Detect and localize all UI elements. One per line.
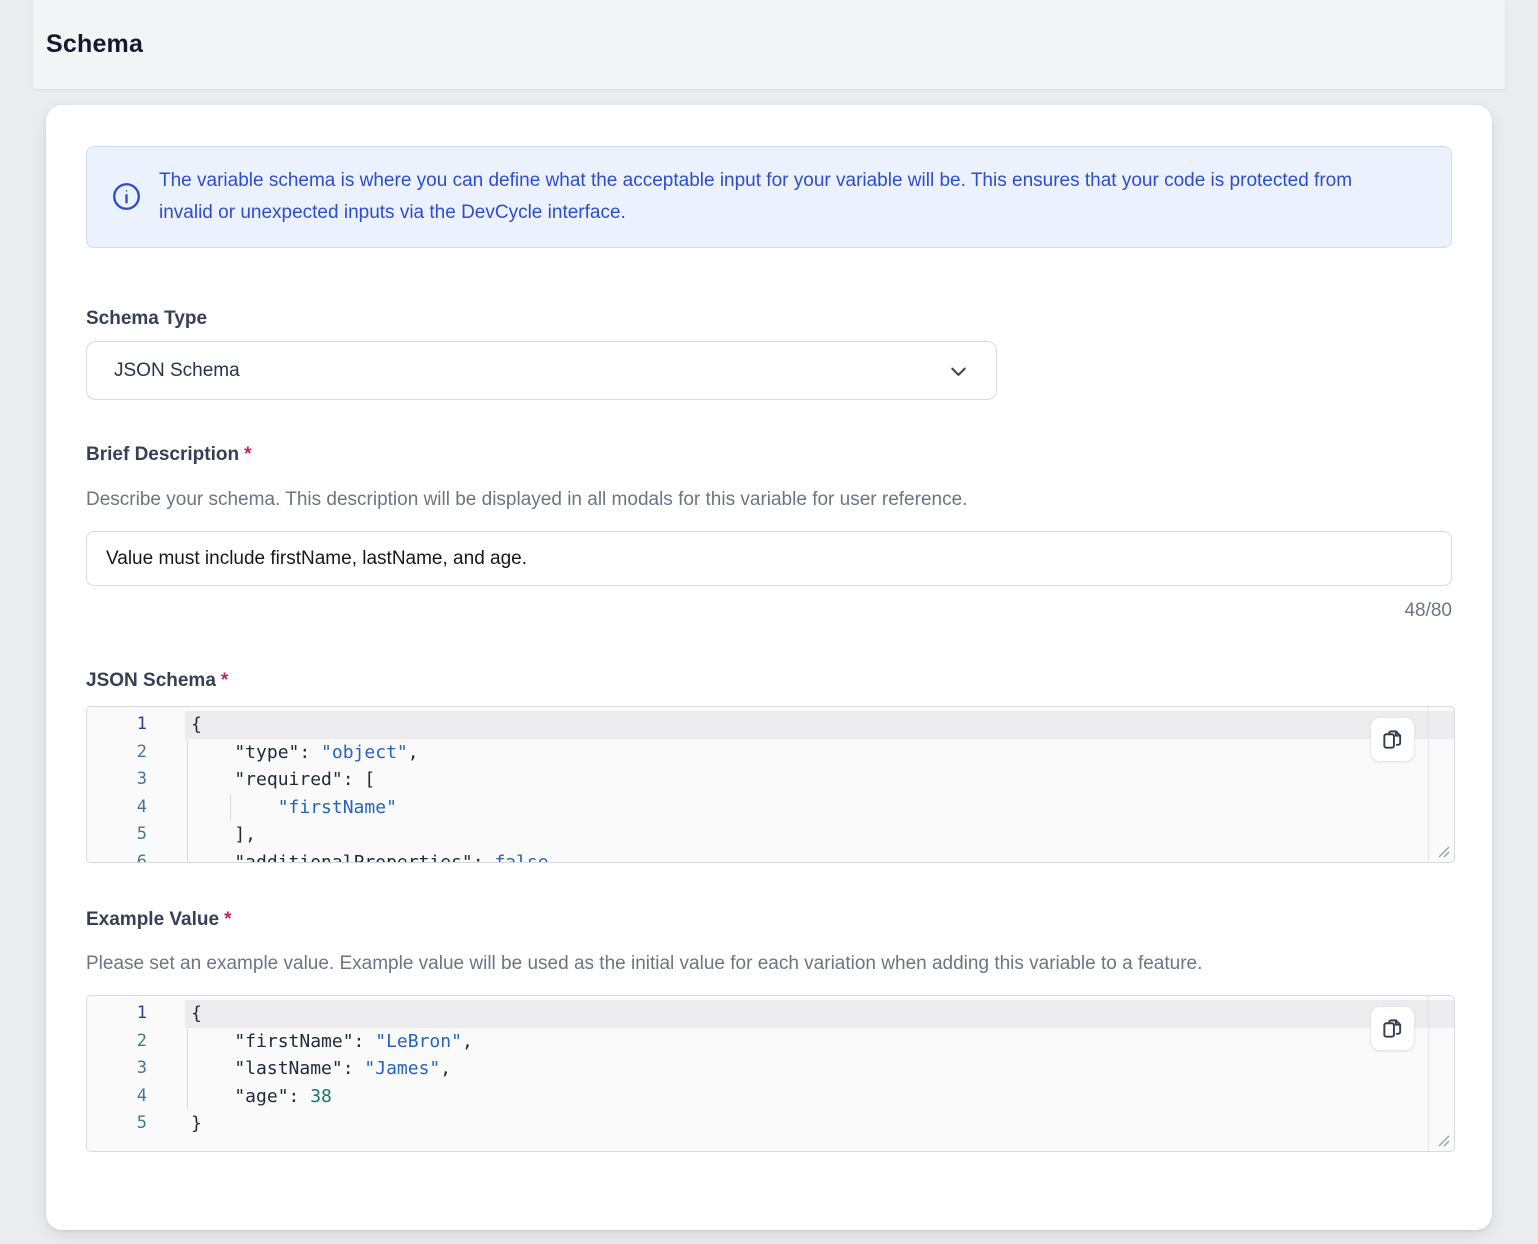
schema-type-selected-value: JSON Schema bbox=[114, 360, 240, 382]
info-icon bbox=[111, 181, 142, 212]
code-content[interactable]: { "type": "object", "required": [ "first… bbox=[185, 707, 1428, 863]
indent-guide bbox=[187, 739, 188, 863]
copy-button[interactable] bbox=[1370, 1006, 1415, 1051]
indent-guide bbox=[187, 1028, 188, 1111]
copy-button[interactable] bbox=[1370, 717, 1415, 762]
json-schema-code-editor[interactable]: 123456 { "type": "object", "required": [… bbox=[86, 706, 1455, 863]
schema-type-select[interactable]: JSON Schema bbox=[86, 341, 997, 400]
copy-icon bbox=[1381, 1017, 1404, 1040]
brief-description-label-text: Brief Description bbox=[86, 444, 239, 465]
required-asterisk: * bbox=[224, 909, 231, 930]
line-number-gutter: 12345 bbox=[87, 996, 185, 1151]
indent-guide bbox=[230, 794, 231, 822]
example-value-help-text: Please set an example value. Example val… bbox=[86, 953, 1202, 975]
page-title: Schema bbox=[46, 30, 143, 59]
example-value-label-text: Example Value bbox=[86, 909, 219, 930]
json-schema-label-text: JSON Schema bbox=[86, 670, 216, 691]
example-value-code-editor[interactable]: 12345 { "firstName": "LeBron", "lastName… bbox=[86, 995, 1455, 1152]
scrollbar-track[interactable] bbox=[1428, 707, 1429, 862]
required-asterisk: * bbox=[221, 670, 228, 691]
brief-description-input[interactable] bbox=[86, 531, 1452, 586]
info-banner: The variable schema is where you can def… bbox=[86, 146, 1452, 248]
json-schema-label: JSON Schema* bbox=[86, 670, 228, 692]
info-banner-text: The variable schema is where you can def… bbox=[159, 165, 1399, 229]
brief-description-label: Brief Description* bbox=[86, 444, 252, 466]
copy-icon bbox=[1381, 728, 1404, 751]
brief-description-help-text: Describe your schema. This description w… bbox=[86, 489, 967, 511]
schema-type-label-text: Schema Type bbox=[86, 308, 207, 329]
character-counter: 48/80 bbox=[86, 600, 1452, 622]
chevron-down-icon bbox=[947, 360, 970, 383]
scrollbar-track[interactable] bbox=[1428, 996, 1429, 1151]
schema-type-label: Schema Type bbox=[86, 308, 207, 330]
example-value-label: Example Value* bbox=[86, 909, 231, 931]
section-header: Schema bbox=[33, 0, 1505, 89]
schema-form-card: The variable schema is where you can def… bbox=[46, 105, 1492, 1230]
code-content[interactable]: { "firstName": "LeBron", "lastName": "Ja… bbox=[185, 996, 1428, 1138]
line-number-gutter: 123456 bbox=[87, 707, 185, 862]
resize-handle[interactable] bbox=[1435, 843, 1451, 859]
required-asterisk: * bbox=[244, 444, 251, 465]
resize-handle[interactable] bbox=[1435, 1132, 1451, 1148]
